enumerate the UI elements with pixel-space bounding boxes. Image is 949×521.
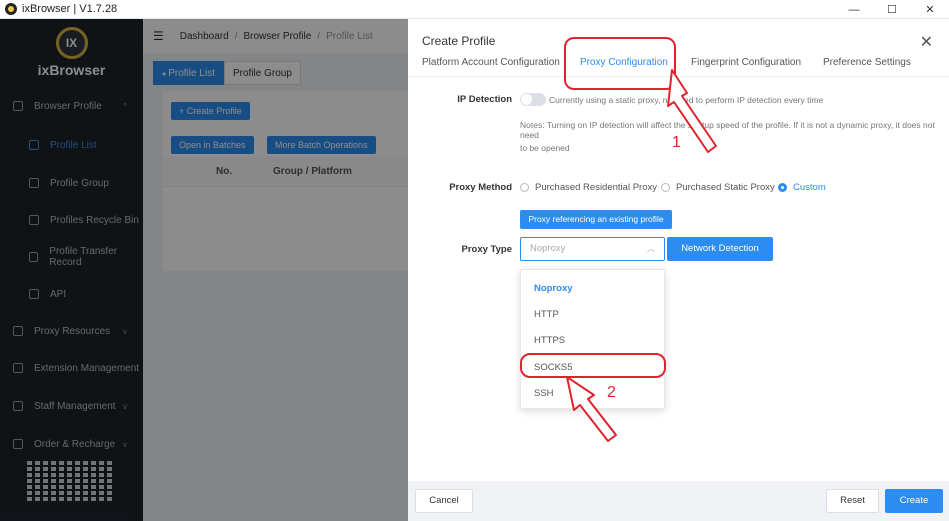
create-button[interactable]: Create bbox=[885, 489, 943, 513]
proxy-reference-profile-button[interactable]: Proxy referencing an existing profile bbox=[520, 210, 672, 229]
radio-purchased-static[interactable]: Purchased Static Proxy bbox=[661, 182, 775, 193]
cancel-button[interactable]: Cancel bbox=[415, 489, 473, 513]
ip-detection-note-cont: to be opened bbox=[520, 143, 570, 153]
close-window-button[interactable]: ✕ bbox=[911, 0, 949, 19]
annotation-highlight-proxy-tab bbox=[564, 37, 676, 90]
tab-platform-account-configuration[interactable]: Platform Account Configuration bbox=[422, 57, 560, 68]
reset-button[interactable]: Reset bbox=[826, 489, 879, 513]
option-ssh[interactable]: SSH bbox=[521, 381, 666, 407]
create-profile-drawer: Create Profile ✕ Platform Account Config… bbox=[408, 19, 949, 521]
radio-label: Custom bbox=[793, 182, 826, 193]
maximize-button[interactable]: ☐ bbox=[873, 0, 911, 19]
minimize-button[interactable]: — bbox=[835, 0, 873, 19]
network-detection-button[interactable]: Network Detection bbox=[667, 237, 773, 261]
radio-purchased-residential[interactable]: Purchased Residential Proxy bbox=[520, 182, 657, 193]
radio-custom[interactable]: Custom bbox=[778, 182, 826, 193]
option-https[interactable]: HTTPS bbox=[521, 328, 666, 354]
proxy-method-label: Proxy Method bbox=[449, 182, 512, 193]
radio-circle-icon bbox=[520, 183, 529, 192]
tab-fingerprint-configuration[interactable]: Fingerprint Configuration bbox=[691, 57, 801, 68]
proxy-type-dropdown: Noproxy HTTP HTTPS SOCKS5 SSH bbox=[520, 269, 665, 409]
window-title: ixBrowser | V1.7.28 bbox=[22, 3, 118, 15]
proxy-type-label: Proxy Type bbox=[461, 244, 512, 255]
radio-label: Purchased Residential Proxy bbox=[535, 182, 657, 193]
annotation-step-1: 1 bbox=[672, 134, 681, 151]
ip-detection-note: Notes: Turning on IP detection will affe… bbox=[520, 120, 935, 140]
ip-detection-label: IP Detection bbox=[457, 94, 512, 105]
radio-checked-icon bbox=[778, 183, 787, 192]
window-titlebar: ixBrowser | V1.7.28 — ☐ ✕ bbox=[0, 0, 949, 19]
tab-divider bbox=[408, 76, 949, 77]
radio-circle-icon bbox=[661, 183, 670, 192]
option-http[interactable]: HTTP bbox=[521, 302, 666, 328]
drawer-title: Create Profile bbox=[422, 34, 496, 48]
proxy-type-select[interactable]: Noproxy ︿ bbox=[520, 237, 665, 261]
close-icon[interactable]: ✕ bbox=[920, 32, 933, 52]
window-controls: — ☐ ✕ bbox=[835, 0, 949, 19]
proxy-type-value: Noproxy bbox=[530, 243, 566, 254]
tab-preference-settings[interactable]: Preference Settings bbox=[823, 57, 911, 68]
chevron-up-icon: ︿ bbox=[647, 244, 655, 253]
option-noproxy[interactable]: Noproxy bbox=[521, 276, 666, 302]
annotation-highlight-socks5 bbox=[520, 353, 666, 378]
ip-detection-toggle[interactable] bbox=[520, 93, 546, 106]
app-logo-icon bbox=[5, 3, 17, 15]
annotation-step-2: 2 bbox=[607, 384, 616, 401]
ip-detection-status: Currently using a static proxy, no need … bbox=[549, 95, 824, 105]
drawer-footer: Cancel Reset Create bbox=[408, 481, 949, 521]
radio-label: Purchased Static Proxy bbox=[676, 182, 775, 193]
